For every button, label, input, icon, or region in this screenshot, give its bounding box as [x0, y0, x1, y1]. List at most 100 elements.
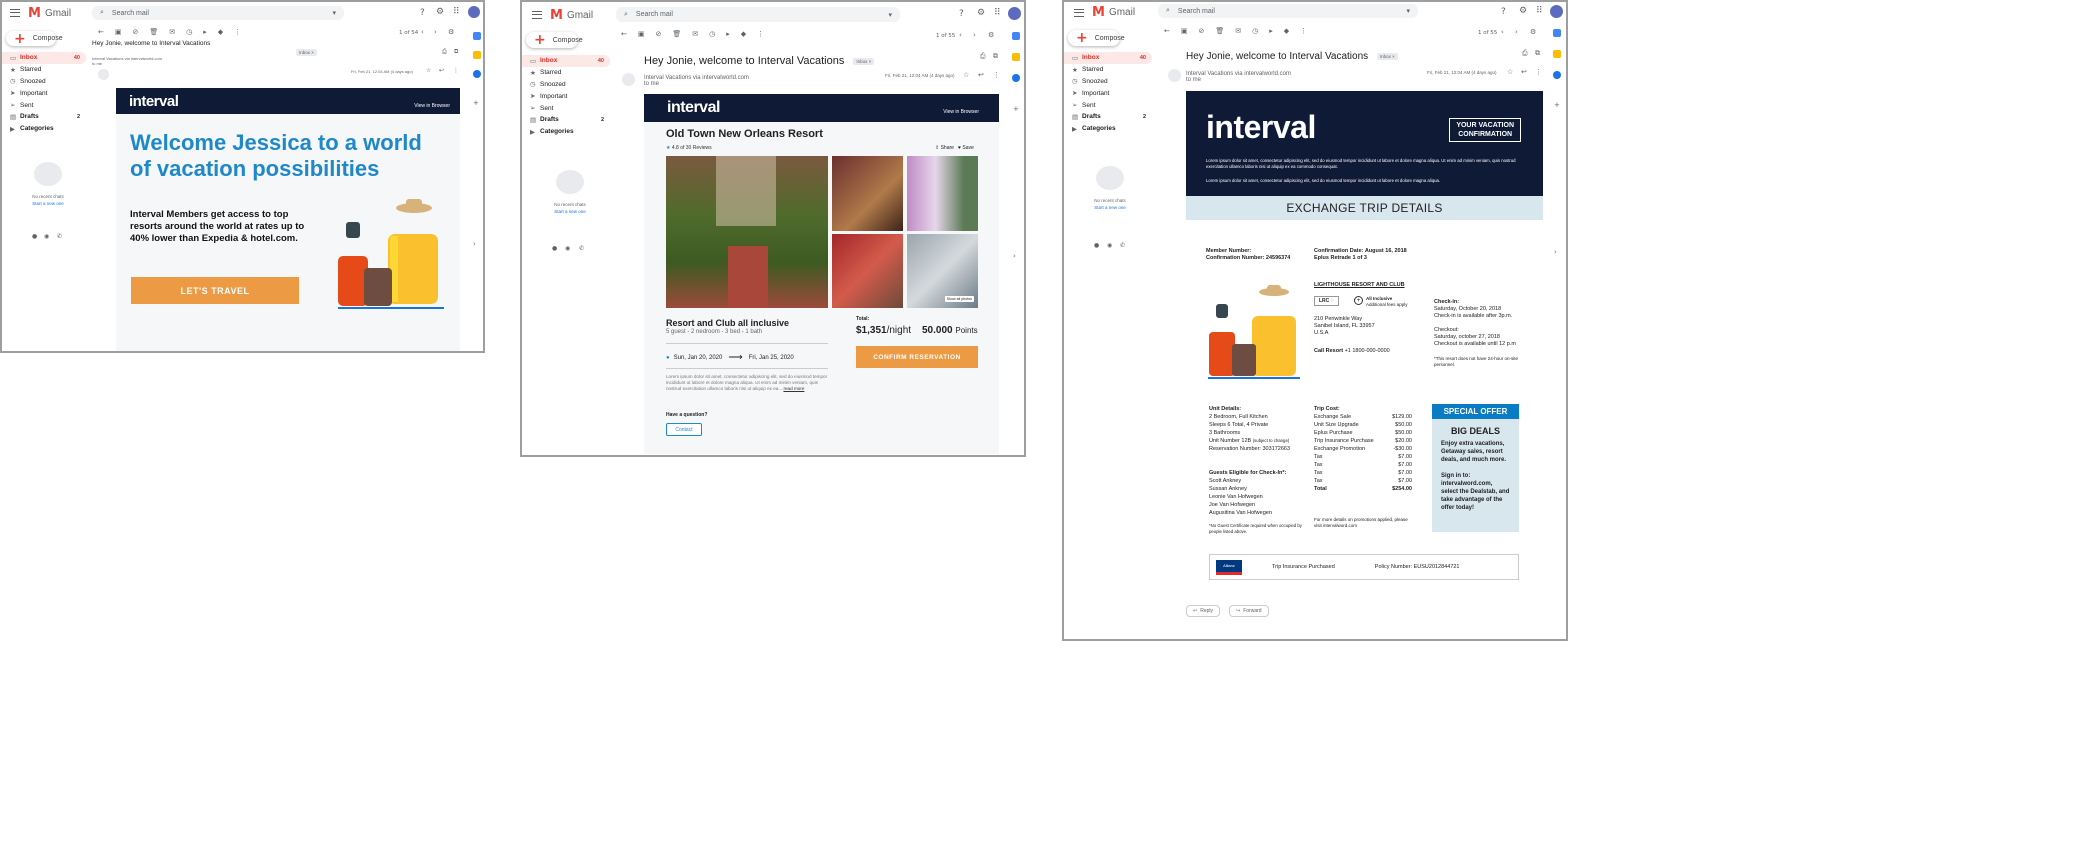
side-expand-icon[interactable]: ›	[1554, 248, 1557, 256]
star-icon[interactable]: ☆	[426, 67, 431, 74]
settings-small-icon[interactable]: ⚙	[1530, 28, 1536, 36]
print-icon[interactable]: ⎙	[980, 52, 986, 61]
more-options-icon[interactable]: ⋮	[453, 67, 459, 74]
search-input[interactable]: ⌕ Search mail ▾	[1158, 4, 1418, 18]
keep-icon[interactable]	[1012, 53, 1020, 61]
main-menu-icon[interactable]	[10, 9, 20, 17]
snooze-icon[interactable]: ◷	[1252, 27, 1258, 35]
compose-button[interactable]: + Compose	[6, 31, 63, 47]
phone-icon[interactable]: ✆	[579, 245, 584, 252]
star-icon[interactable]: ☆	[1507, 68, 1513, 76]
more-options-icon[interactable]: ⋮	[1535, 68, 1542, 76]
settings-icon[interactable]: ⚙	[436, 7, 444, 17]
side-expand-icon[interactable]: ›	[1013, 252, 1016, 260]
start-chat-link[interactable]: Start a new one	[534, 209, 606, 214]
more-icon[interactable]: ⋮	[1300, 27, 1307, 35]
open-new-window-icon[interactable]: ⧉	[454, 48, 458, 56]
calendar-icon[interactable]	[1553, 29, 1561, 37]
sidebar-item-categories[interactable]: ▶ Categories	[2, 123, 86, 135]
read-more-link[interactable]: read more	[783, 386, 804, 391]
sidebar-item-important[interactable]: ➤ Important	[2, 87, 86, 99]
tasks-icon[interactable]	[1553, 71, 1561, 79]
sidebar-item-drafts[interactable]: ▤ Drafts 2	[1064, 111, 1152, 123]
sidebar-item-snoozed[interactable]: ◷ Snoozed	[2, 76, 86, 88]
keep-icon[interactable]	[473, 51, 481, 59]
sidebar-item-snoozed[interactable]: ◷ Snoozed	[1064, 76, 1152, 88]
resort-main-photo[interactable]	[666, 156, 828, 308]
resort-phone[interactable]: +1 1800-000-0000	[1345, 348, 1390, 354]
resort-photo-5[interactable]: Show all photos	[907, 234, 978, 308]
unread-icon[interactable]: ✉	[692, 30, 698, 38]
sidebar-item-sent[interactable]: ➢ Sent	[522, 102, 610, 114]
main-menu-icon[interactable]	[1074, 8, 1084, 17]
move-icon[interactable]: ▸	[1269, 27, 1273, 35]
sidebar-item-drafts[interactable]: ▤ Drafts 2	[2, 111, 86, 123]
person-icon[interactable]: ●	[552, 245, 557, 252]
spam-icon[interactable]: ⊘	[656, 30, 662, 38]
settings-icon[interactable]: ⚙	[1519, 6, 1527, 16]
sidebar-item-starred[interactable]: ★ Starred	[1064, 64, 1152, 76]
prev-icon[interactable]: ‹	[959, 31, 962, 39]
sidebar-item-important[interactable]: ➤ Important	[1064, 87, 1152, 99]
sidebar-item-categories[interactable]: ▶ Categories	[522, 126, 610, 138]
unread-icon[interactable]: ✉	[1235, 27, 1241, 35]
to-me[interactable]: to me	[1186, 77, 1291, 83]
search-options-icon[interactable]: ▾	[332, 9, 336, 17]
prev-icon[interactable]: ‹	[1501, 28, 1504, 36]
settings-small-icon[interactable]: ⚙	[448, 28, 454, 36]
main-menu-icon[interactable]	[532, 11, 542, 19]
archive-icon[interactable]: ▣	[115, 28, 122, 36]
account-avatar[interactable]	[1008, 7, 1021, 20]
apps-grid-icon[interactable]: ⠿	[1536, 6, 1543, 16]
reply-button[interactable]: ↩ Reply	[1186, 605, 1220, 617]
reply-icon[interactable]: ↩	[1521, 68, 1527, 76]
show-all-photos-button[interactable]: Show all photos	[944, 296, 974, 302]
keep-icon[interactable]	[1553, 50, 1561, 58]
person-icon[interactable]: ●	[32, 233, 37, 240]
resort-photo-3[interactable]	[907, 156, 978, 231]
apps-grid-icon[interactable]: ⠿	[994, 8, 1001, 18]
lets-travel-button[interactable]: LET'S TRAVEL	[131, 277, 299, 304]
delete-icon[interactable]: 🗑	[672, 30, 681, 38]
prev-icon[interactable]: ‹	[421, 28, 424, 36]
search-input[interactable]: ⌕ Search mail ▾	[92, 6, 344, 20]
inbox-chip[interactable]: Inbox ×	[296, 49, 317, 56]
move-icon[interactable]: ▸	[726, 30, 730, 38]
help-icon[interactable]: ?	[420, 8, 425, 18]
hangouts-small-icon[interactable]: ◉	[1107, 242, 1112, 249]
calendar-icon[interactable]	[1012, 32, 1020, 40]
next-icon[interactable]: ›	[1515, 28, 1518, 36]
sidebar-item-sent[interactable]: ➢ Sent	[2, 99, 86, 111]
next-icon[interactable]: ›	[973, 31, 976, 39]
resort-photo-4[interactable]	[832, 234, 903, 308]
apps-grid-icon[interactable]: ⠿	[453, 7, 460, 17]
compose-button[interactable]: + Compose	[526, 32, 583, 48]
start-chat-link[interactable]: Start a new one	[1074, 205, 1146, 210]
search-input[interactable]: ⌕ Search mail ▾	[616, 7, 900, 22]
account-avatar[interactable]	[468, 6, 480, 18]
sidebar-item-important[interactable]: ➤ Important	[522, 90, 610, 102]
archive-icon[interactable]: ▣	[638, 30, 645, 38]
add-addon-icon[interactable]: +	[1013, 105, 1019, 113]
inbox-chip[interactable]: Inbox ×	[1376, 52, 1398, 60]
phone-icon[interactable]: ✆	[57, 233, 62, 240]
help-icon[interactable]: ?	[959, 9, 964, 19]
open-new-window-icon[interactable]: ⧉	[1535, 49, 1540, 58]
forward-button[interactable]: ↪ Forward	[1229, 605, 1269, 617]
label-icon[interactable]: ◆	[218, 28, 223, 36]
tasks-icon[interactable]	[473, 70, 481, 78]
move-icon[interactable]: ▸	[203, 28, 207, 36]
settings-icon[interactable]: ⚙	[977, 8, 985, 18]
save-button[interactable]: ♥ Save	[958, 145, 974, 151]
archive-icon[interactable]: ▣	[1181, 27, 1188, 35]
add-addon-icon[interactable]: +	[473, 99, 479, 107]
back-icon[interactable]: ←	[98, 28, 104, 36]
snooze-icon[interactable]: ◷	[186, 28, 192, 36]
snooze-icon[interactable]: ◷	[709, 30, 715, 38]
sidebar-item-sent[interactable]: ➢ Sent	[1064, 99, 1152, 111]
delete-icon[interactable]: 🗑	[149, 28, 158, 36]
start-chat-link[interactable]: Start a new one	[12, 201, 84, 206]
more-icon[interactable]: ⋮	[234, 28, 241, 36]
tasks-icon[interactable]	[1012, 74, 1020, 82]
sidebar-item-snoozed[interactable]: ◷ Snoozed	[522, 79, 610, 91]
